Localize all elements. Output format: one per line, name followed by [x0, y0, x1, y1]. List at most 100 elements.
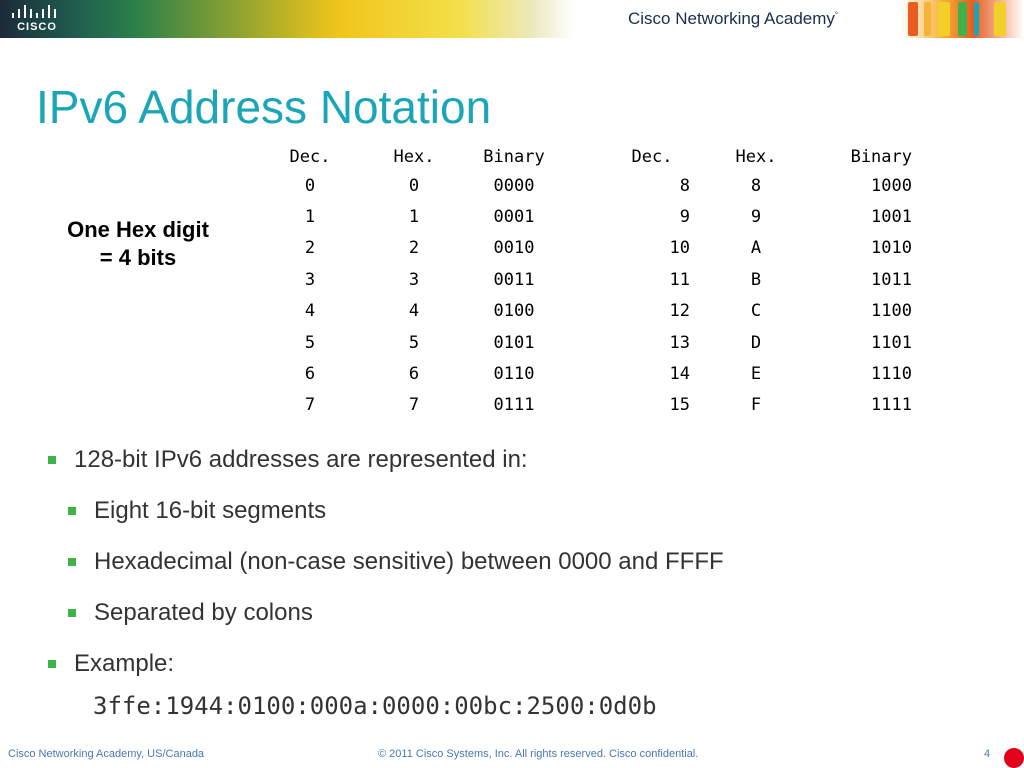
column-gap	[562, 296, 614, 327]
table-row: 5 5 0101 13 D 1101	[258, 327, 912, 358]
cell-binary: 0101	[493, 332, 535, 353]
stripe	[974, 2, 979, 36]
cisco-logo: CISCO	[8, 4, 62, 34]
side-note-line: One Hex digit	[67, 217, 209, 242]
bullet-square-icon	[68, 557, 76, 566]
column-gap	[562, 358, 614, 389]
example-address: 3ffe:1944:0100:000a:0000:00bc:2500:0d0b	[93, 692, 657, 720]
red-dot-icon	[1004, 748, 1024, 768]
col-header-dec: Dec.	[631, 147, 673, 167]
cell-hex: E	[750, 364, 762, 385]
cisco-bridge-icon	[12, 5, 56, 18]
column-gap	[562, 170, 614, 201]
table-row: 3 3 0011 11 B 1011	[258, 264, 912, 295]
cell-hex: 8	[750, 175, 762, 196]
cell-dec: 5	[304, 332, 316, 353]
cell-dec: 13	[669, 332, 690, 353]
cell-hex: 4	[408, 301, 420, 322]
stripe	[924, 2, 931, 36]
cell-binary: 1011	[871, 269, 912, 290]
cell-dec: 15	[669, 395, 690, 416]
column-gap	[562, 201, 614, 232]
cell-dec: 8	[679, 175, 690, 196]
cell-dec: 9	[679, 207, 690, 228]
column-gap	[562, 390, 614, 421]
footer-copyright: © 2011 Cisco Systems, Inc. All rights re…	[378, 748, 699, 760]
cell-hex: 5	[408, 332, 420, 353]
slide-title: IPv6 Address Notation	[36, 81, 492, 133]
cell-binary: 1010	[871, 238, 912, 259]
cell-dec: 2	[304, 238, 316, 259]
table-row: 2 2 0010 10 A 1010	[258, 233, 912, 264]
page-number: 4	[984, 748, 991, 760]
col-header-binary: Binary	[850, 147, 912, 167]
bullet-item: Eight 16-bit segments	[48, 485, 724, 536]
bullet-item: 128-bit IPv6 addresses are represented i…	[48, 434, 724, 485]
cell-binary: 1111	[871, 395, 912, 416]
column-gap	[562, 233, 614, 264]
bullet-text: 128-bit IPv6 addresses are represented i…	[74, 445, 528, 473]
stripe	[938, 2, 950, 36]
cell-binary: 1110	[871, 364, 912, 385]
bullet-list: 128-bit IPv6 addresses are represented i…	[48, 434, 724, 689]
bullet-text: Separated by colons	[94, 598, 313, 626]
column-gap	[562, 264, 614, 295]
col-header-hex: Hex.	[735, 147, 777, 167]
table-row: 4 4 0100 12 C 1100	[258, 296, 912, 327]
bullet-square-icon	[68, 608, 76, 617]
column-gap	[562, 144, 614, 170]
bullet-square-icon	[68, 506, 76, 515]
cell-hex: F	[750, 395, 762, 416]
cell-dec: 14	[669, 364, 690, 385]
cell-dec: 1	[304, 207, 316, 228]
cell-binary: 0111	[493, 395, 535, 416]
cell-dec: 11	[669, 269, 690, 290]
cell-hex: 3	[408, 269, 420, 290]
cell-hex: A	[750, 238, 762, 259]
cell-binary: 1100	[871, 301, 912, 322]
cell-binary: 1101	[871, 332, 912, 353]
academy-label: Cisco Networking Academy°	[628, 9, 838, 29]
cell-hex: D	[750, 332, 762, 353]
academy-label-text: Cisco Networking Academy	[628, 9, 835, 28]
cell-hex: 0	[408, 175, 420, 196]
col-header-binary: Binary	[483, 147, 545, 167]
stripe	[908, 2, 918, 36]
cell-binary: 1001	[871, 207, 912, 228]
hex-mapping-table: Dec. Hex. Binary Dec. Hex. Binary 0 0 0000…	[258, 144, 912, 421]
stripe	[994, 2, 1006, 36]
cell-hex: C	[750, 301, 762, 322]
footer-left: Cisco Networking Academy, US/Canada	[8, 748, 205, 760]
cell-binary: 0100	[493, 301, 535, 322]
header-band: CISCO Cisco Networking Academy°	[0, 0, 1024, 38]
bullet-square-icon	[48, 659, 56, 668]
cell-hex: B	[750, 269, 762, 290]
cell-dec: 4	[304, 301, 316, 322]
table-header-row: Dec. Hex. Binary Dec. Hex. Binary	[258, 144, 912, 170]
cell-dec: 7	[304, 395, 316, 416]
column-gap	[562, 327, 614, 358]
cell-binary: 1000	[871, 175, 912, 196]
col-header-hex: Hex.	[393, 147, 435, 167]
cell-dec: 0	[304, 175, 316, 196]
cell-hex: 6	[408, 364, 420, 385]
side-note-line: = 4 bits	[99, 245, 177, 270]
bullet-item: Example:	[48, 638, 724, 689]
table-row: 0 0 0000 8 8 1000	[258, 170, 912, 201]
cell-binary: 0110	[493, 364, 535, 385]
cell-hex: 2	[408, 238, 420, 259]
cell-binary: 0001	[493, 207, 535, 228]
bullet-text: Example:	[74, 649, 175, 677]
bullet-item: Separated by colons	[48, 587, 724, 638]
side-note: One Hex digit = 4 bits	[50, 216, 226, 272]
col-header-dec: Dec.	[289, 147, 331, 167]
cell-dec: 10	[669, 238, 690, 259]
cell-binary: 0010	[493, 238, 535, 259]
cell-dec: 3	[304, 269, 316, 290]
table-row: 7 7 0111 15 F 1111	[258, 390, 912, 421]
bullet-item: Hexadecimal (non-case sensitive) between…	[48, 536, 724, 587]
logo-wordmark: CISCO	[17, 21, 57, 33]
bullet-text: Eight 16-bit segments	[94, 496, 327, 524]
cell-dec: 12	[669, 301, 690, 322]
cell-dec: 6	[304, 364, 316, 385]
